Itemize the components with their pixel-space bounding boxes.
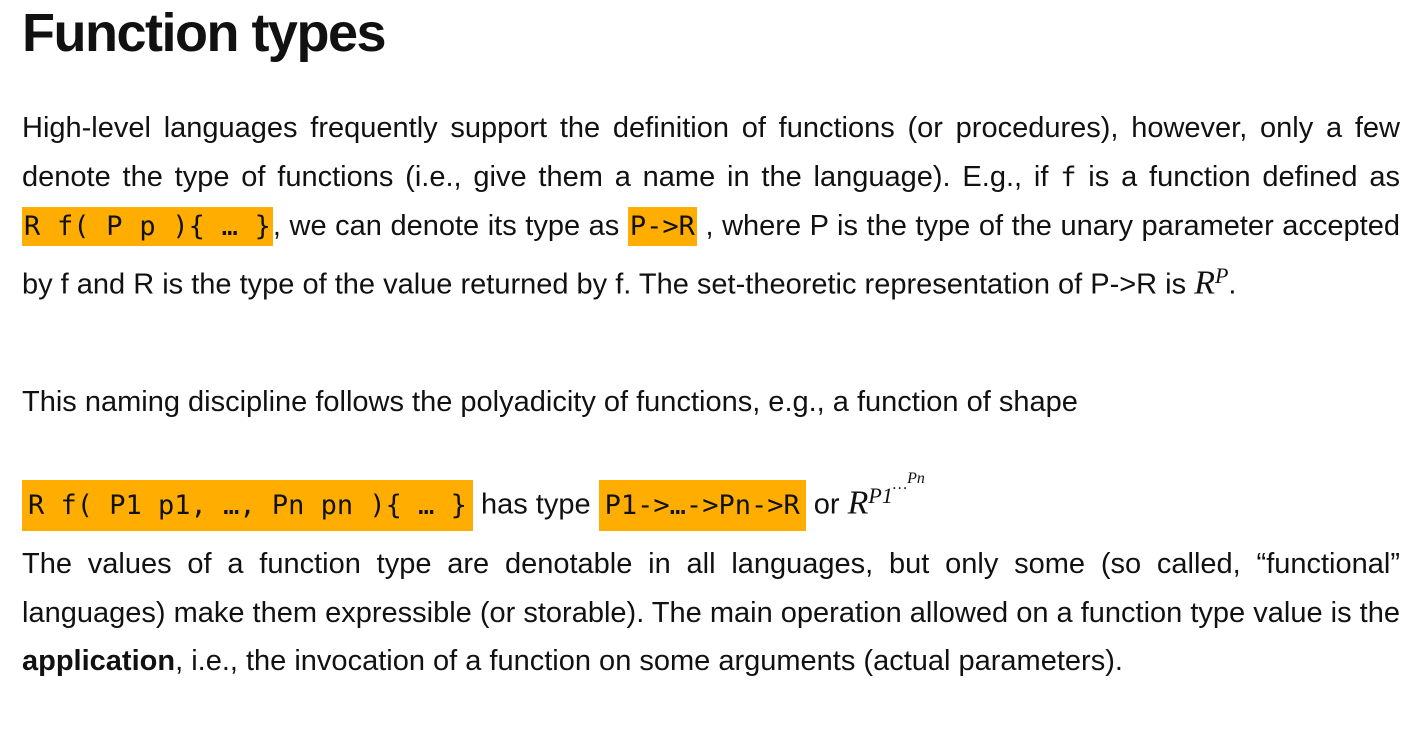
- paragraph-polyadic-example: R f( P1 p1, …, Pn pn ){ … } has type P1-…: [22, 455, 1400, 531]
- math-exponent: P1…Pn: [868, 470, 924, 508]
- term-application: application: [22, 645, 176, 677]
- code-polyadic-definition: R f( P1 p1, …, Pn pn ){ … }: [22, 479, 473, 531]
- page-title: Function types: [22, 3, 387, 63]
- math-base: R: [1194, 264, 1215, 302]
- text: .: [1228, 268, 1237, 301]
- math-exp-p1: P1: [868, 483, 893, 508]
- math-exponent: P: [1214, 262, 1229, 288]
- code-function-definition: R f( P p ){ … }: [22, 207, 273, 246]
- code-function-type: P->R: [627, 207, 697, 246]
- paragraph-intro: High-level languages frequently support …: [22, 104, 1400, 309]
- inline-code-f: f: [1060, 161, 1077, 193]
- text: has type: [472, 488, 599, 521]
- math-base: R: [847, 484, 869, 522]
- text: , we can denote its type as: [272, 210, 628, 242]
- text: , i.e., the invocation of a function on …: [175, 645, 1123, 677]
- text: The values of a function type are denota…: [22, 548, 1400, 629]
- math-exp-dots: …: [892, 476, 908, 493]
- paragraph-values: The values of a function type are denota…: [22, 540, 1400, 686]
- paragraph-polyadicity: This naming discipline follows the polya…: [22, 386, 1078, 418]
- text: is a function defined as: [1076, 160, 1400, 193]
- text: or: [805, 488, 848, 521]
- code-polyadic-type: P1->…->Pn->R: [598, 479, 806, 531]
- math-exp-pn: Pn: [907, 470, 925, 487]
